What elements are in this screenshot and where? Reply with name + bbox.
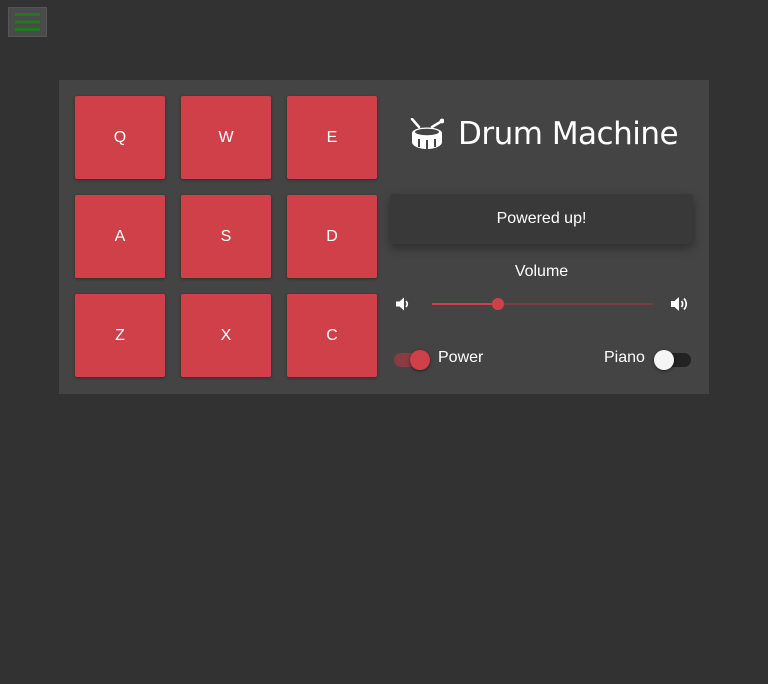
drum-pad-x[interactable]: X [181, 294, 271, 377]
drum-pad-q[interactable]: Q [75, 96, 165, 179]
status-display: Powered up! [390, 194, 693, 244]
header: Drum Machine [410, 116, 679, 152]
piano-toggle-thumb [654, 350, 674, 370]
app-title: Drum Machine [458, 116, 679, 152]
power-label: Power [438, 349, 484, 366]
drum-pad-w[interactable]: W [181, 96, 271, 179]
menu-button[interactable] [8, 7, 47, 37]
hamburger-menu-icon [15, 13, 40, 31]
piano-label: Piano [604, 349, 645, 366]
drum-icon [410, 118, 444, 149]
power-toggle-thumb [410, 350, 430, 370]
drum-pad-grid: Q W E A S D Z X C [75, 96, 377, 377]
volume-slider[interactable] [432, 292, 653, 316]
status-text: Powered up! [496, 210, 587, 227]
volume-up-icon[interactable] [670, 295, 690, 313]
volume-label: Volume [514, 263, 569, 280]
drum-pad-a[interactable]: A [75, 195, 165, 278]
volume-down-icon[interactable] [395, 296, 411, 312]
volume-slider-fill [432, 303, 499, 305]
controls-panel: Drum Machine Powered up! Volume Power Pi… [390, 80, 693, 394]
drum-machine-panel: Q W E A S D Z X C Drum Machine Powered u… [59, 80, 709, 394]
toggle-row: Power Piano [390, 346, 693, 370]
volume-control [390, 292, 693, 316]
power-toggle[interactable] [391, 348, 430, 370]
drum-pad-s[interactable]: S [181, 195, 271, 278]
drum-pad-c[interactable]: C [287, 294, 377, 377]
drum-pad-d[interactable]: D [287, 195, 377, 278]
drum-pad-e[interactable]: E [287, 96, 377, 179]
drum-pad-z[interactable]: Z [75, 294, 165, 377]
piano-toggle[interactable] [654, 348, 692, 370]
volume-slider-thumb[interactable] [492, 298, 505, 310]
